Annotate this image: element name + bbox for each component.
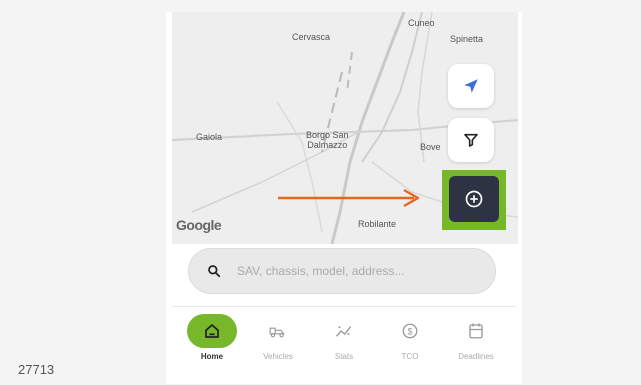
map-label-gaiola: Gaiola [196, 132, 223, 142]
nav-item-vehicles[interactable]: Vehicles [248, 314, 308, 361]
nav-item-home[interactable]: Home [182, 314, 242, 361]
map-label-borgo-san-dalmazzo: Borgo San Dalmazzo [306, 130, 349, 150]
map-label-cervasca: Cervasca [292, 32, 331, 42]
map-view[interactable]: Cuneo Cervasca Spinetta Gaiola Borgo San… [172, 12, 518, 244]
nav-item-deadlines[interactable]: Deadlines [446, 314, 506, 361]
nav-label-stats: Stats [334, 352, 354, 361]
filter-button[interactable] [448, 118, 494, 162]
nav-label-home: Home [200, 352, 224, 361]
search-input[interactable] [237, 264, 477, 278]
phone-screen: Cuneo Cervasca Spinetta Gaiola Borgo San… [166, 12, 522, 384]
search-bar[interactable] [188, 248, 496, 294]
dollar-circle-icon: $ [402, 323, 418, 339]
locate-button[interactable] [448, 64, 494, 108]
map-label-cuneo: Cuneo [408, 18, 435, 28]
filter-icon [464, 133, 478, 147]
navigation-arrow-icon [464, 79, 478, 93]
divider [172, 306, 516, 307]
nav-label-vehicles: Vehicles [263, 352, 293, 361]
google-logo: Google [176, 217, 222, 233]
vehicle-icon [269, 327, 285, 338]
stats-icon [335, 326, 352, 337]
map-label-robilante: Robilante [358, 219, 397, 229]
annotation-arrow [278, 188, 420, 208]
nav-item-stats[interactable]: Stats [314, 314, 374, 361]
nav-label-deadlines: Deadlines [458, 352, 494, 361]
add-button-highlight [442, 170, 506, 230]
map-label-boves: Bove [420, 142, 441, 152]
nav-item-tco[interactable]: $ TCO [380, 314, 440, 361]
bottom-nav: Home Vehicles Stats $ TCO Deadlines [172, 314, 516, 374]
nav-label-tco: TCO [401, 352, 419, 361]
search-icon [208, 265, 221, 278]
calendar-icon [469, 323, 483, 339]
svg-text:$: $ [407, 326, 412, 336]
document-id: 27713 [18, 362, 55, 377]
map-label-spinetta: Spinetta [450, 34, 484, 44]
home-icon [205, 324, 219, 338]
add-button[interactable] [449, 176, 499, 222]
plus-circle-icon [465, 190, 483, 208]
